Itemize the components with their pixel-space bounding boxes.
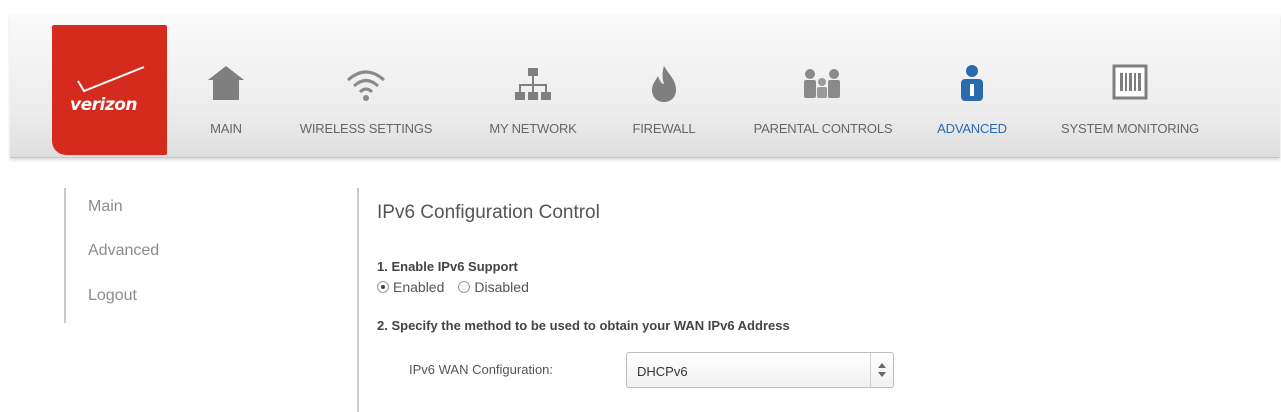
nav-main-label: MAIN [210, 121, 242, 136]
radio-disabled-label[interactable]: Disabled [474, 279, 528, 295]
nav-wireless-settings-label: WIRELESS SETTINGS [299, 121, 433, 136]
content-divider [357, 188, 359, 412]
nav-my-network-label: MY NETWORK [489, 121, 577, 136]
nav-my-network[interactable]: MY NETWORK [478, 64, 588, 154]
sidebar-item-logout[interactable]: Logout [88, 287, 137, 305]
verizon-check-icon [77, 66, 145, 93]
home-icon [208, 66, 244, 100]
nav-firewall-label: FIREWALL [632, 121, 696, 136]
radio-disabled[interactable] [458, 281, 471, 293]
top-nav-bar: verizon MAIN WIRELESS SETTINGS MY NETWOR… [10, 14, 1280, 158]
ipv6-support-radio-group: Enabled Disabled [377, 279, 543, 295]
radio-enabled-label[interactable]: Enabled [393, 279, 444, 295]
nav-system-monitoring-label: SYSTEM MONITORING [1061, 121, 1199, 136]
ipv6-wan-configuration-select[interactable]: DHCPv6 [626, 352, 894, 388]
select-stepper-icon [870, 353, 893, 387]
monitor-icon [1112, 64, 1148, 100]
ipv6-wan-configuration-label: IPv6 WAN Configuration: [409, 362, 554, 377]
radio-enabled[interactable] [377, 281, 389, 293]
flame-icon [652, 66, 676, 102]
nav-advanced[interactable]: ADVANCED [922, 64, 1022, 154]
verizon-logo[interactable]: verizon [52, 25, 167, 155]
sidebar-divider [64, 188, 66, 323]
section-wan-method-heading: 2. Specify the method to be used to obta… [377, 318, 790, 333]
sidebar-item-main[interactable]: Main [88, 198, 123, 216]
ipv6-wan-configuration-value: DHCPv6 [637, 364, 688, 379]
page-title: IPv6 Configuration Control [377, 202, 600, 223]
nav-advanced-label: ADVANCED [937, 121, 1007, 136]
page: verizon MAIN WIRELESS SETTINGS MY NETWOR… [0, 0, 1281, 412]
nav-system-monitoring[interactable]: SYSTEM MONITORING [1040, 64, 1220, 154]
nav-wireless-settings[interactable]: WIRELESS SETTINGS [286, 64, 446, 154]
family-icon [804, 69, 840, 98]
nav-parental-controls-label: PARENTAL CONTROLS [753, 121, 893, 136]
nav-firewall[interactable]: FIREWALL [624, 64, 704, 154]
nav-main[interactable]: MAIN [196, 64, 256, 154]
network-icon [515, 68, 551, 100]
nav-parental-controls[interactable]: PARENTAL CONTROLS [738, 64, 908, 154]
wifi-icon [347, 70, 385, 101]
sidebar-item-advanced[interactable]: Advanced [88, 242, 159, 260]
section-enable-ipv6-heading: 1. Enable IPv6 Support [377, 259, 518, 274]
advanced-user-icon [961, 65, 983, 101]
brand-name: verizon [70, 95, 138, 115]
